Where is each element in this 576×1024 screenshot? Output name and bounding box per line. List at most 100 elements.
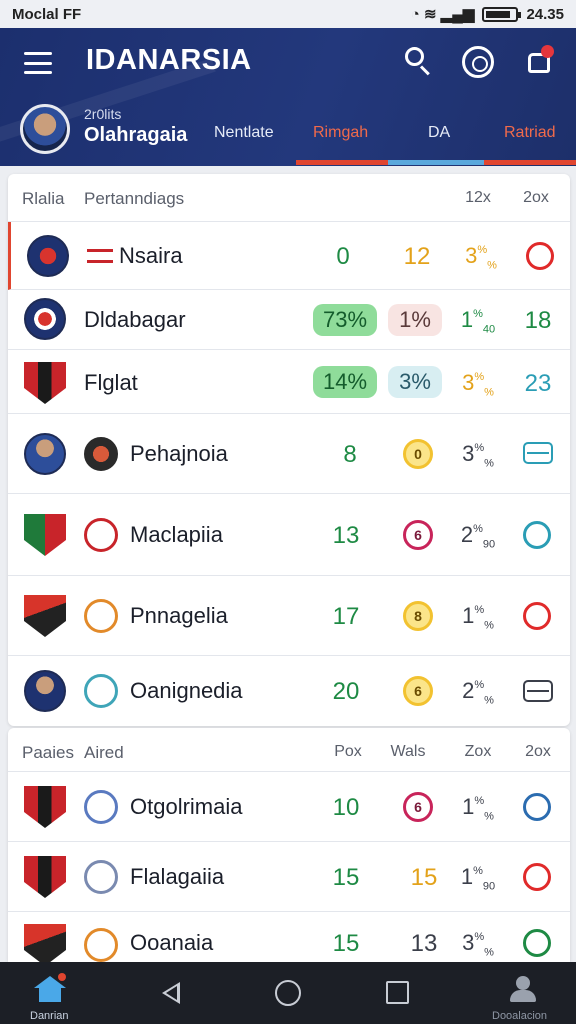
goal-diff-value: 18 [524,307,552,334]
flag-icon [87,249,113,263]
column-header-rank: Rlalia [22,189,65,208]
team-crest-icon [24,786,66,828]
percent-value: 1%40 [460,307,496,336]
table-row[interactable]: Maclapiia 13 6 2%90 [8,494,570,576]
team-crest-icon [24,362,66,404]
team-crest-icon [24,595,66,637]
status-circle-icon [523,863,551,891]
club-badge-icon [84,928,118,962]
points-value: 15 [410,864,438,891]
menu-icon[interactable] [24,52,52,74]
table-row[interactable]: Otgolrimaia 10 6 1%% [8,772,570,842]
status-circle-icon [523,521,551,549]
recent-apps-icon[interactable] [386,981,409,1004]
column-header-3: 12x [465,189,491,206]
column-header-team: Pertanndiags [84,189,185,208]
team-name: Otgolrimaia [130,794,243,819]
table-row[interactable]: Ooanaia 15 13 3%% [8,912,570,962]
table-row[interactable]: Dldabagar 73% 1% 1%40 18 [8,290,570,350]
profile-icon[interactable] [508,974,538,1004]
player-avatar-icon [24,670,66,712]
search-icon[interactable] [402,44,436,78]
percent-value: 2%% [462,678,494,707]
table-row[interactable]: Pehajnoia 8 0 3%% [8,414,570,494]
tab-da[interactable]: DA [428,124,450,142]
team-name: Oanignedia [130,678,243,703]
app-header: IDANARSIA 2r0lits Olahragaia Nentlate Ri… [0,28,576,166]
app-title: IDANARSIA [86,44,252,76]
team-name: Pehajnoia [130,441,228,466]
table-row[interactable]: Flalagaiia 15 15 1%90 [8,842,570,912]
club-badge-icon [84,860,118,894]
nav-home-label[interactable]: Danrian [30,1010,69,1022]
standings-card-2: Paaies Aired Pox Wals Zox 2ox Otgolrimai… [8,728,570,962]
matches-value: 8 [343,441,357,468]
team-crest-icon [24,298,66,340]
matches-value: 13 [332,522,360,549]
clock: 24.35 [526,5,564,23]
soccer-ball-icon[interactable] [462,46,494,78]
battery-icon [482,6,522,22]
column-header-rank: Paaies [22,743,74,762]
points-value: 13 [410,930,438,957]
column-header-1: Pox [334,743,362,760]
matches-value: 15 [332,930,360,957]
team-name: Pnnagelia [130,603,228,628]
signal-icon: ◔ ≋ ▂▄▆ [410,6,475,23]
home-icon[interactable] [34,973,66,1002]
back-icon[interactable] [162,982,180,1004]
matches-value: 10 [332,794,360,821]
tab-indicator-red [484,160,576,165]
win-rate-pill: 14% [313,366,377,398]
points-value: 12 [403,243,431,270]
team-name: Flglat [84,370,138,395]
team-crest-icon [24,856,66,898]
goal-diff-value: 23 [524,370,552,397]
tab-ratriad[interactable]: Ratriad [504,124,556,142]
status-lines-icon [523,442,553,464]
team-name: Nsaira [119,243,183,268]
table-row[interactable]: Flglat 14% 3% 3%% 23 [8,350,570,414]
tab-indicator-blue [388,160,484,165]
league-subtitle: 2r0lits [84,106,122,122]
matches-value: 17 [332,603,360,630]
notification-bell-icon[interactable] [526,45,554,74]
tab-nentlate[interactable]: Nentlate [214,124,274,142]
tab-rimgah[interactable]: Rimgah [313,124,368,142]
home-button-icon[interactable] [275,980,301,1006]
club-badge-icon [84,437,118,471]
avatar[interactable] [20,104,70,154]
column-header-2: Wals [390,743,426,760]
table-row[interactable]: Pnnagelia 17 8 1%% [8,576,570,656]
team-name: Maclapiia [130,522,223,547]
draw-rate-pill: 3% [388,366,442,398]
column-header-4: 2ox [523,189,549,206]
table-row[interactable]: Nsaira 0 12 3%% [8,222,570,290]
standings-card-1: Rlalia Pertanndiags 12x 2ox Nsaira 0 12 … [8,174,570,726]
percent-value: 1%% [462,603,494,632]
section-header: Rlalia Pertanndiags 12x 2ox [8,174,570,222]
team-crest-icon [24,514,66,556]
table-row[interactable]: Oanignedia 20 6 2%% [8,656,570,726]
club-badge-icon [84,518,118,552]
matches-value: 15 [332,864,360,891]
coin-icon: 6 [403,676,433,706]
matches-value: 0 [336,243,350,270]
nav-profile-label[interactable]: Dooalacion [492,1010,547,1022]
status-circle-icon [523,793,551,821]
status-circle-icon [523,929,551,957]
carrier-label: Moclal FF [12,5,82,23]
coin-icon: 6 [403,792,433,822]
team-name: Flalagaiia [130,864,225,889]
team-name: Dldabagar [84,307,186,332]
column-header-team: Aired [84,743,124,762]
matches-value: 20 [332,678,360,705]
team-crest-icon [24,924,66,962]
coin-icon: 8 [403,601,433,631]
club-badge-icon [84,674,118,708]
player-avatar-icon [24,433,66,475]
team-crest-icon [27,235,69,277]
coin-icon: 0 [403,439,433,469]
percent-value: 3%% [465,243,497,272]
league-name: Olahragaia [84,124,188,146]
